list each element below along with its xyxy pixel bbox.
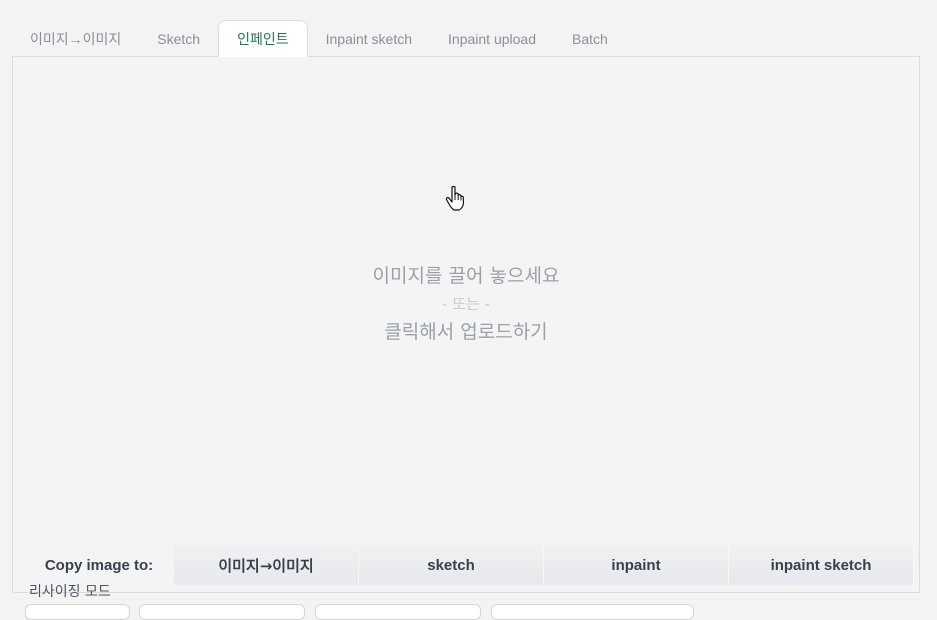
tab-batch[interactable]: Batch xyxy=(554,20,626,57)
resize-option-radio[interactable] xyxy=(491,604,694,620)
tab-inpaint[interactable]: 인페인트 xyxy=(218,20,308,57)
drop-instructions: 이미지를 끌어 놓으세요 - 또는 - 클릭해서 업로드하기 xyxy=(373,262,560,346)
tab-sketch[interactable]: Sketch xyxy=(139,20,218,57)
hand-cursor-icon xyxy=(445,185,465,211)
resize-option-radio[interactable] xyxy=(315,604,481,620)
drop-line-or: - 또는 - xyxy=(442,295,490,313)
image-drop-zone[interactable]: 이미지를 끌어 놓으세요 - 또는 - 클릭해서 업로드하기 xyxy=(14,58,918,540)
tab-img2img[interactable]: 이미지→이미지 xyxy=(12,20,139,57)
copy-image-label: Copy image to: xyxy=(44,556,154,574)
copy-to-img2img-button[interactable]: 이미지→이미지 xyxy=(174,545,359,585)
copy-to-inpaint-button[interactable]: inpaint xyxy=(544,545,729,585)
tab-bar: 이미지→이미지 Sketch 인페인트 Inpaint sketch Inpai… xyxy=(12,20,626,57)
drop-line-drag: 이미지를 끌어 놓으세요 xyxy=(372,265,560,287)
tab-inpaint-sketch[interactable]: Inpaint sketch xyxy=(308,20,430,57)
resize-mode-label: 리사이징 모드 xyxy=(29,584,111,600)
drop-line-click: 클릭해서 업로드하기 xyxy=(384,321,548,343)
copy-to-sketch-button[interactable]: sketch xyxy=(359,545,544,585)
tab-inpaint-upload[interactable]: Inpaint upload xyxy=(430,20,554,57)
copy-to-inpaint-sketch-button[interactable]: inpaint sketch xyxy=(729,545,914,585)
copy-image-row: Copy image to: 이미지→이미지 sketch inpaint in… xyxy=(24,545,914,585)
resize-option-radio[interactable] xyxy=(25,604,130,620)
inpaint-panel: 이미지를 끌어 놓으세요 - 또는 - 클릭해서 업로드하기 xyxy=(12,56,920,593)
resize-option-radio[interactable] xyxy=(139,604,305,620)
